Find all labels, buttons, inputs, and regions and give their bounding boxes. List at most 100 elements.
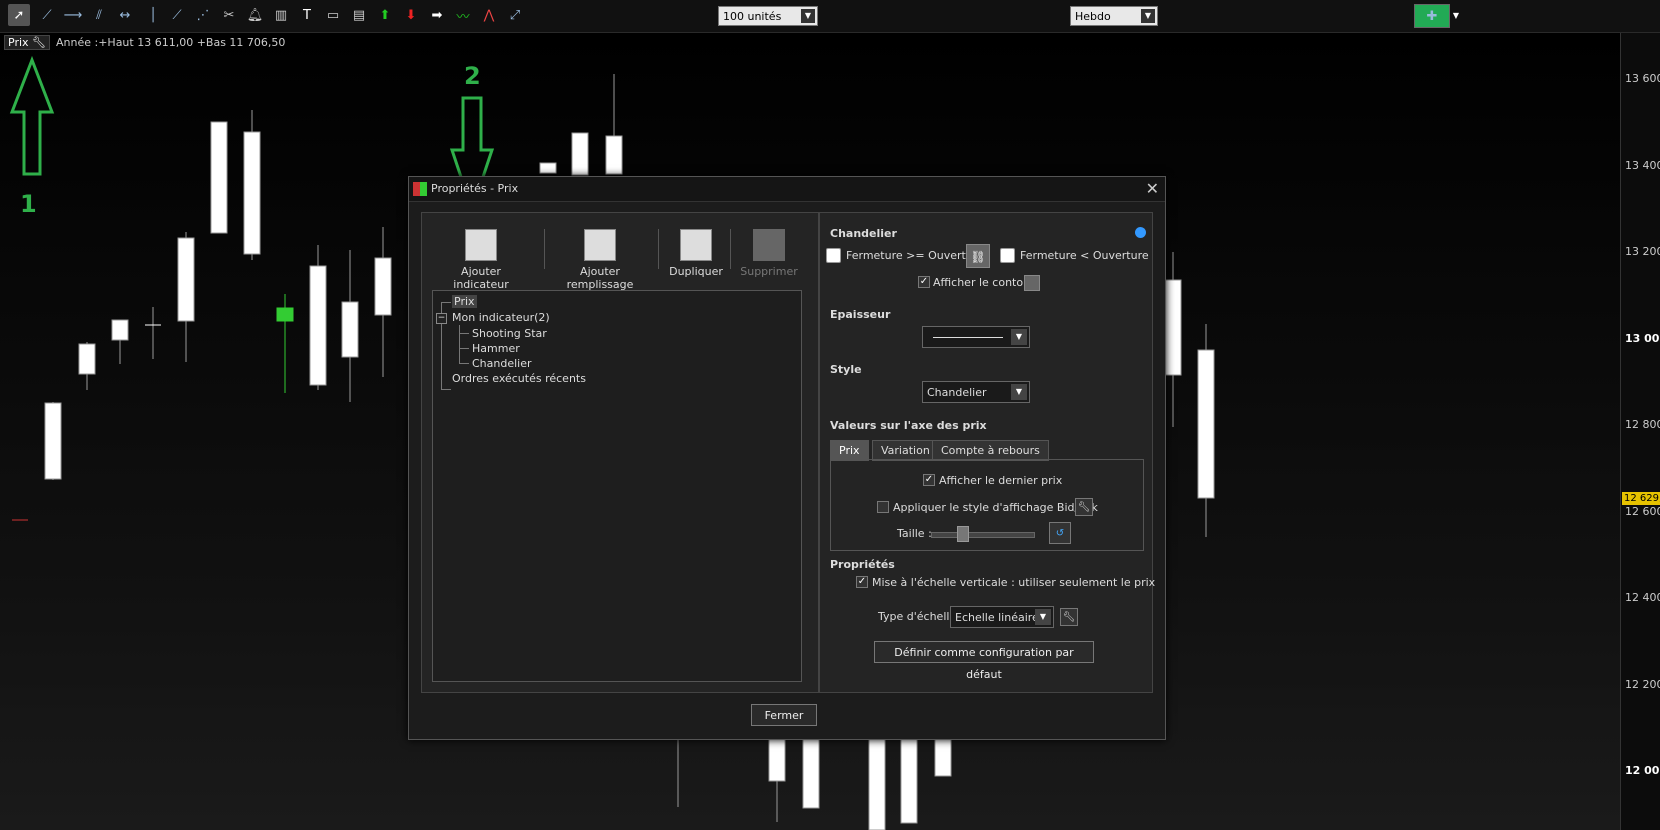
- size-label: Taille :: [897, 527, 932, 540]
- close-button[interactable]: Fermer: [751, 704, 817, 726]
- add-fill-button[interactable]: Ajouter remplissage: [550, 229, 650, 291]
- candle: [341, 301, 359, 358]
- dialog-title: Propriétés - Prix: [431, 182, 519, 195]
- tree-item-mon-indicateur[interactable]: Mon indicateur(2): [452, 311, 550, 324]
- size-slider-track[interactable]: [931, 532, 1035, 538]
- zigzag-icon[interactable]: 〰: [452, 4, 474, 26]
- text-tool-icon[interactable]: T: [296, 4, 318, 26]
- tree-line: [459, 325, 460, 363]
- chevron-down-icon[interactable]: ▼: [1450, 4, 1462, 26]
- close-lt-open-label: Fermeture < Ouverture: [1020, 249, 1149, 262]
- size-slider-handle[interactable]: [957, 526, 969, 542]
- tab-content: ✓ Afficher le dernier prix Appliquer le …: [830, 459, 1144, 551]
- candle: [78, 343, 96, 375]
- duplicate-button[interactable]: Dupliquer: [664, 229, 728, 278]
- candle: [605, 135, 623, 175]
- line-sample: [933, 337, 1003, 338]
- tree-item-hammer[interactable]: Hammer: [472, 342, 520, 355]
- rectangle-tool-icon[interactable]: ▭: [322, 4, 344, 26]
- units-select-value: 100 unités: [723, 10, 782, 23]
- candle: [111, 319, 129, 341]
- tab-countdown[interactable]: Compte à rebours: [932, 440, 1049, 461]
- price-series-label: Prix: [8, 35, 29, 49]
- tree-item-prix[interactable]: Prix: [452, 295, 477, 308]
- arrow-up-annotation: [9, 55, 55, 176]
- tree-line: [441, 302, 451, 303]
- price-series-tag[interactable]: Prix 🔧︎: [4, 34, 50, 50]
- tools-icon[interactable]: ✂: [218, 4, 240, 26]
- add-indicator-button[interactable]: Ajouter indicateur: [436, 229, 526, 291]
- sell-arrow-icon[interactable]: ⬇: [400, 4, 422, 26]
- dialog-titlebar[interactable]: Propriétés - Prix ✕: [409, 177, 1165, 202]
- scale-type-value: Echelle linéaire: [955, 611, 1039, 624]
- info-icon[interactable]: [1135, 227, 1146, 238]
- annotation-number-2: 2: [464, 62, 481, 90]
- settings-panel: Chandelier Fermeture >= Ouverture ⛓ Ferm…: [819, 212, 1155, 693]
- bid-ask-label: Appliquer le style d'affichage Bid/Ask: [893, 501, 1098, 514]
- trash-icon[interactable]: ▥: [270, 4, 292, 26]
- collapse-icon[interactable]: −: [436, 313, 447, 324]
- expand-arrows-icon[interactable]: ⤢: [504, 4, 526, 26]
- period-select[interactable]: Hebdo ▼: [1070, 6, 1158, 26]
- buy-arrow-icon[interactable]: ⬆: [374, 4, 396, 26]
- chandelier-section-title: Chandelier: [830, 227, 897, 240]
- chart-edit-icon[interactable]: ▤: [348, 4, 370, 26]
- tab-variation[interactable]: Variation: [872, 440, 939, 461]
- candle: [210, 121, 228, 234]
- set-default-button[interactable]: Définir comme configuration par défaut: [874, 641, 1094, 681]
- units-select[interactable]: 100 unités ▼: [718, 6, 818, 26]
- vertical-line-icon[interactable]: │: [142, 4, 164, 26]
- reset-icon[interactable]: ↺: [1049, 522, 1071, 544]
- outline-color-swatch[interactable]: [1024, 275, 1040, 291]
- close-lt-open-color-swatch[interactable]: [1000, 248, 1015, 263]
- candle: [374, 257, 392, 316]
- style-select[interactable]: Chandelier ▼: [922, 381, 1030, 403]
- price-tick: 12 600: [1625, 505, 1660, 518]
- show-outline-checkbox[interactable]: ✓: [918, 276, 930, 288]
- tree-item-chandelier[interactable]: Chandelier: [472, 357, 532, 370]
- candle: [243, 131, 261, 255]
- horizontal-ray-icon[interactable]: ⟶: [62, 4, 84, 26]
- candle: [1197, 349, 1215, 499]
- scale-type-select[interactable]: Echelle linéaire ▼: [950, 606, 1054, 628]
- thickness-select[interactable]: ▼: [922, 326, 1030, 348]
- tab-prix[interactable]: Prix: [830, 440, 869, 461]
- bid-ask-checkbox[interactable]: [877, 501, 889, 513]
- cursor-arrow-icon[interactable]: ➚: [8, 4, 30, 26]
- right-arrow-icon[interactable]: ➡: [426, 4, 448, 26]
- series-panel: Ajouter indicateur Ajouter remplissage D…: [421, 212, 819, 693]
- wrench-icon[interactable]: 🔧︎: [1060, 608, 1078, 626]
- tree-item-shooting-star[interactable]: Shooting Star: [472, 327, 547, 340]
- wrench-icon[interactable]: 🔧︎: [32, 36, 46, 49]
- show-last-price-checkbox[interactable]: ✓: [923, 474, 935, 486]
- chevron-down-icon: ▼: [1011, 329, 1027, 345]
- line-tool-icon[interactable]: ⟋: [36, 4, 58, 26]
- close-icon[interactable]: ✕: [1146, 179, 1159, 198]
- candle: [802, 737, 820, 809]
- toolbar-separator: [544, 229, 545, 269]
- tree-item-ordres[interactable]: Ordres exécutés récents: [452, 372, 586, 385]
- wrench-icon[interactable]: 🔧︎: [1075, 498, 1093, 516]
- wave-pattern-icon[interactable]: ⋀: [478, 4, 500, 26]
- vertical-scale-checkbox[interactable]: ✓: [856, 576, 868, 588]
- delete-button[interactable]: Supprimer: [734, 229, 804, 278]
- duplicate-icon: [680, 229, 712, 261]
- toolbar-separator: [730, 229, 731, 269]
- series-tree[interactable]: Prix − Mon indicateur(2) Shooting Star H…: [432, 290, 802, 682]
- price-tick: 12 400: [1625, 591, 1660, 604]
- link-chain-icon[interactable]: ⛓: [966, 244, 990, 268]
- add-fill-icon: [584, 229, 616, 261]
- candle: [539, 162, 557, 174]
- horizontal-line-icon[interactable]: ↔: [114, 4, 136, 26]
- channel-tool-icon[interactable]: ⫽: [88, 4, 110, 26]
- fan-tool-icon[interactable]: ⋰: [192, 4, 214, 26]
- candle: [276, 307, 294, 322]
- close-ge-open-color-swatch[interactable]: [826, 248, 841, 263]
- price-axis[interactable]: 13 600 13 400 13 200 13 000 12 800 12 60…: [1620, 32, 1660, 830]
- indicator-menu-icon[interactable]: ✚: [1414, 4, 1450, 28]
- price-tick: 13 000: [1625, 332, 1660, 345]
- year-high-low-info: Année :+Haut 13 611,00 +Bas 11 706,50: [56, 35, 286, 49]
- show-outline-label: Afficher le contour: [933, 276, 1035, 289]
- alert-bell-icon[interactable]: 🔔︎: [244, 4, 266, 26]
- trend-line-icon[interactable]: ⟋: [166, 4, 188, 26]
